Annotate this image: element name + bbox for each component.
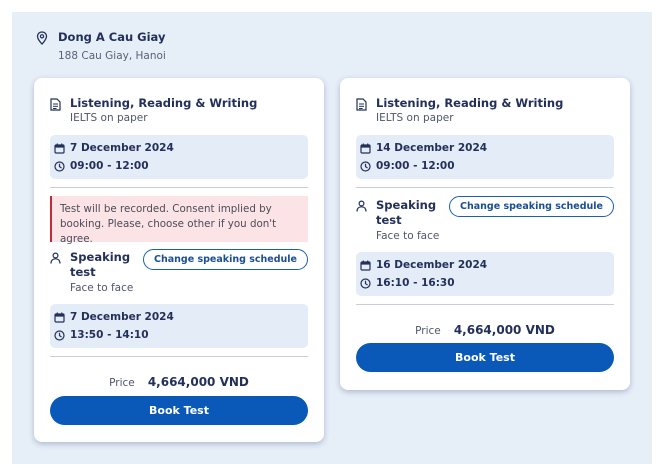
recording-consent-alert: Test will be recorded. Consent implied b… [50, 196, 308, 245]
test-option-card: Listening, Reading & Writing IELTS on pa… [340, 78, 630, 390]
written-date: 14 December 2024 [376, 142, 488, 154]
speaking-date: 7 December 2024 [70, 311, 174, 323]
speaking-time: 16:10 - 16:30 [376, 277, 455, 289]
speaking-mode: Face to face [70, 282, 134, 294]
test-subtitle: IELTS on paper [376, 112, 454, 124]
clock-icon [54, 330, 65, 341]
test-subtitle: IELTS on paper [70, 112, 148, 124]
book-test-button[interactable]: Book Test [50, 396, 308, 425]
change-speaking-schedule-button[interactable]: Change speaking schedule [449, 196, 614, 217]
written-schedule-box: 14 December 2024 09:00 - 12:00 [356, 135, 614, 179]
calendar-icon [54, 143, 65, 154]
speaking-test-label: Speaking test [70, 250, 131, 279]
venue-address: 188 Cau Giay, Hanoi [58, 50, 166, 62]
price-label: Price [109, 377, 135, 389]
written-date-row: 14 December 2024 [360, 142, 488, 154]
person-icon [356, 200, 367, 212]
written-time-row: 09:00 - 12:00 [360, 160, 455, 172]
price-value: 4,664,000 VND [453, 323, 555, 337]
person-icon [50, 252, 61, 264]
price-row: Price 4,664,000 VND [34, 371, 324, 390]
divider [356, 304, 614, 305]
speaking-date: 16 December 2024 [376, 259, 488, 271]
speaking-mode: Face to face [376, 230, 440, 242]
written-date-row: 7 December 2024 [54, 142, 174, 154]
price-row: Price 4,664,000 VND [340, 319, 630, 338]
price-label: Price [415, 325, 441, 337]
speaking-test-label: Speaking test [376, 198, 437, 227]
speaking-time-row: 13:50 - 14:10 [54, 329, 149, 341]
clock-icon [360, 278, 371, 289]
divider [50, 187, 308, 188]
book-test-button[interactable]: Book Test [356, 343, 614, 372]
test-center-panel: Dong A Cau Giay 188 Cau Giay, Hanoi List… [12, 12, 652, 464]
price-value: 4,664,000 VND [147, 375, 249, 389]
test-title: Listening, Reading & Writing [376, 96, 564, 110]
document-icon [50, 98, 61, 111]
document-icon [356, 98, 367, 111]
written-time: 09:00 - 12:00 [70, 160, 149, 172]
test-title: Listening, Reading & Writing [70, 96, 258, 110]
written-time: 09:00 - 12:00 [376, 160, 455, 172]
speaking-time: 13:50 - 14:10 [70, 329, 149, 341]
calendar-icon [360, 143, 371, 154]
calendar-icon [54, 312, 65, 323]
test-option-card: Listening, Reading & Writing IELTS on pa… [34, 78, 324, 442]
speaking-date-row: 7 December 2024 [54, 311, 174, 323]
change-speaking-schedule-button[interactable]: Change speaking schedule [143, 249, 308, 270]
clock-icon [54, 161, 65, 172]
speaking-time-row: 16:10 - 16:30 [360, 277, 455, 289]
clock-icon [360, 161, 371, 172]
calendar-icon [360, 260, 371, 271]
location-pin-icon [36, 31, 48, 45]
venue-name: Dong A Cau Giay [58, 30, 166, 44]
written-date: 7 December 2024 [70, 142, 174, 154]
divider [356, 187, 614, 188]
speaking-schedule-box: 16 December 2024 16:10 - 16:30 [356, 252, 614, 296]
written-schedule-box: 7 December 2024 09:00 - 12:00 [50, 135, 308, 179]
divider [50, 356, 308, 357]
speaking-date-row: 16 December 2024 [360, 259, 488, 271]
written-time-row: 09:00 - 12:00 [54, 160, 149, 172]
speaking-schedule-box: 7 December 2024 13:50 - 14:10 [50, 304, 308, 348]
